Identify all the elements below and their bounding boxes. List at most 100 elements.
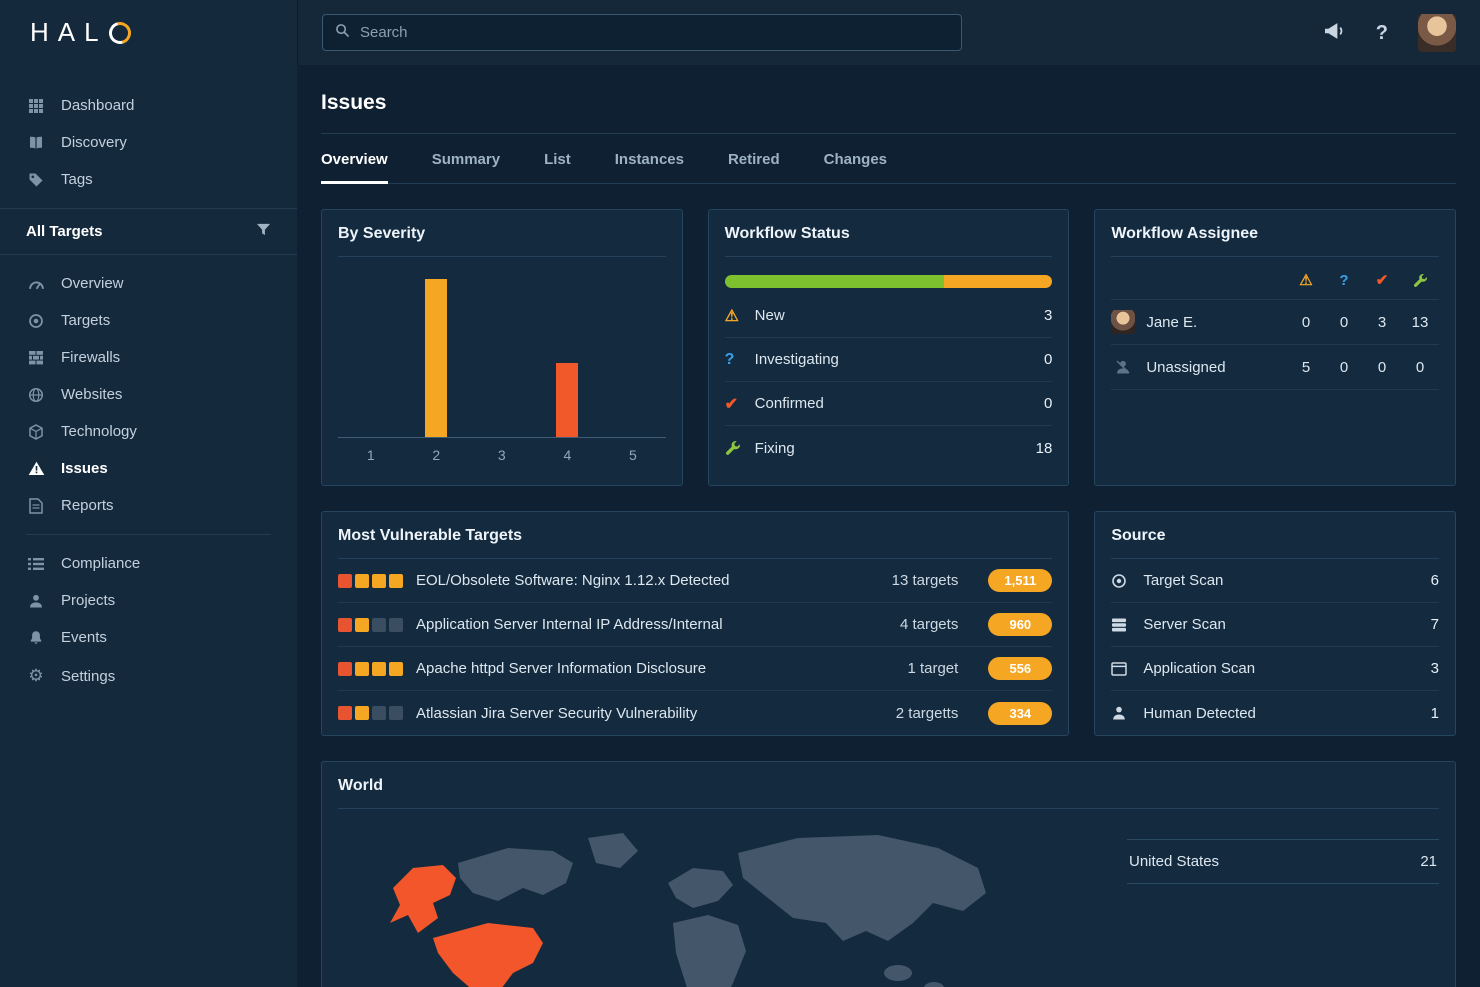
sidebar-item-issues[interactable]: Issues (0, 450, 297, 487)
severity-blocks (338, 618, 416, 632)
tab-bar: Overview Summary List Instances Retired … (321, 134, 1456, 184)
sidebar-item-compliance[interactable]: Compliance (0, 545, 297, 582)
sidebar-divider (26, 534, 271, 535)
sidebar-item-label: Tags (61, 171, 93, 188)
target-selector-label: All Targets (26, 223, 102, 240)
main-content: Issues Overview Summary List Instances R… (297, 65, 1480, 987)
workflow-assignee-card: Workflow Assignee ⚠ ? ✔ Jane E. (1094, 209, 1456, 486)
row-label: Target Scan (1143, 572, 1430, 589)
sidebar-item-reports[interactable]: Reports (0, 487, 297, 524)
firewall-icon (26, 350, 46, 365)
workflow-row-new[interactable]: ⚠ New 3 (725, 294, 1053, 338)
vulnerability-name: Application Server Internal IP Address/I… (416, 616, 868, 633)
tab-overview[interactable]: Overview (321, 134, 388, 184)
tab-instances[interactable]: Instances (615, 134, 684, 183)
source-row-application-scan[interactable]: Application Scan 3 (1111, 647, 1439, 691)
tick-label: 5 (600, 447, 666, 463)
row-value: 3 (1431, 660, 1439, 677)
assignee-row[interactable]: Jane E. 0 0 3 13 (1111, 300, 1439, 345)
source-row-target-scan[interactable]: Target Scan 6 (1111, 559, 1439, 603)
logo-text: HAL (30, 17, 108, 48)
row-value: 3 (1044, 307, 1052, 324)
sidebar-item-projects[interactable]: Projects (0, 582, 297, 619)
sidebar-item-label: Discovery (61, 134, 127, 151)
tick-label: 3 (469, 447, 535, 463)
x-axis-ticks: 1 2 3 4 5 (338, 438, 666, 463)
severity-bar (556, 363, 578, 437)
workflow-bar-complete (725, 275, 945, 288)
world-country-row[interactable]: United States 21 (1127, 839, 1439, 884)
sidebar-item-label: Dashboard (61, 97, 134, 114)
search-input[interactable] (360, 24, 949, 41)
issue-count-badge: 1,511 (988, 569, 1052, 592)
vulnerability-row[interactable]: Atlassian Jira Server Security Vulnerabi… (338, 691, 1052, 735)
sidebar-item-technology[interactable]: Technology (0, 413, 297, 450)
assignee-count: 0 (1363, 359, 1401, 376)
sidebar-item-targets[interactable]: Targets (0, 302, 297, 339)
world-map[interactable] (338, 823, 1038, 987)
document-icon (26, 498, 46, 514)
tab-list[interactable]: List (544, 134, 571, 183)
topbar-actions: ? (1322, 14, 1456, 52)
workflow-status-card: Workflow Status ⚠ New 3 ? Investigating (708, 209, 1070, 486)
page-title: Issues (321, 65, 1456, 134)
row-value: 6 (1431, 572, 1439, 589)
row-label: Server Scan (1143, 616, 1430, 633)
help-icon[interactable]: ? (1376, 23, 1388, 43)
target-selector[interactable]: All Targets (0, 208, 297, 255)
country-count: 21 (1420, 853, 1437, 870)
workflow-row-investigating[interactable]: ? Investigating 0 (725, 338, 1053, 382)
row-value: 7 (1431, 616, 1439, 633)
sidebar-item-label: Events (61, 629, 107, 646)
assignee-row[interactable]: Unassigned 5 0 0 0 (1111, 345, 1439, 390)
logo-cell: HAL (0, 0, 297, 65)
topbar: ? (297, 0, 1480, 65)
sidebar-item-label: Issues (61, 460, 108, 477)
sidebar-item-overview[interactable]: Overview (0, 265, 297, 302)
check-icon: ✔ (725, 394, 755, 414)
source-row-human-detected[interactable]: Human Detected 1 (1111, 691, 1439, 735)
sidebar-item-firewalls[interactable]: Firewalls (0, 339, 297, 376)
sidebar-item-discovery[interactable]: Discovery (0, 124, 297, 161)
vulnerability-row[interactable]: Apache httpd Server Information Disclosu… (338, 647, 1052, 691)
wrench-icon (1401, 273, 1439, 288)
tab-summary[interactable]: Summary (432, 134, 500, 183)
vulnerability-row[interactable]: EOL/Obsolete Software: Nginx 1.12.x Dete… (338, 559, 1052, 603)
filter-icon (256, 222, 271, 241)
announcements-icon[interactable] (1322, 22, 1346, 44)
card-title: Most Vulnerable Targets (338, 512, 1052, 559)
card-title: By Severity (338, 210, 666, 257)
row-label: Human Detected (1143, 705, 1430, 722)
assignee-count: 0 (1401, 359, 1439, 376)
cards-row-2: Most Vulnerable Targets EOL/Obsolete Sof… (321, 511, 1456, 736)
tab-changes[interactable]: Changes (824, 134, 887, 183)
sidebar-item-settings[interactable]: ⚙ Settings (0, 656, 297, 696)
sidebar-item-tags[interactable]: Tags (0, 161, 297, 198)
sidebar-item-dashboard[interactable]: Dashboard (0, 87, 297, 124)
sidebar-item-label: Websites (61, 386, 122, 403)
vulnerability-name: Apache httpd Server Information Disclosu… (416, 660, 868, 677)
row-value: 0 (1044, 351, 1052, 368)
user-avatar[interactable] (1418, 14, 1456, 52)
vulnerability-row[interactable]: Application Server Internal IP Address/I… (338, 603, 1052, 647)
sidebar-item-websites[interactable]: Websites (0, 376, 297, 413)
sidebar-item-label: Compliance (61, 555, 140, 572)
search-box[interactable] (322, 14, 962, 51)
source-row-server-scan[interactable]: Server Scan 7 (1111, 603, 1439, 647)
assignee-header-row: ⚠ ? ✔ (1111, 257, 1439, 300)
row-value: 1 (1431, 705, 1439, 722)
target-count: 4 targets (868, 616, 978, 633)
sidebar-item-label: Projects (61, 592, 115, 609)
assignee-name: Jane E. (1146, 314, 1197, 331)
question-icon: ? (1325, 272, 1363, 289)
by-severity-card: By Severity 1 2 3 4 5 (321, 209, 683, 486)
workflow-progress-bar (725, 275, 1053, 288)
app-logo[interactable]: HAL (30, 17, 131, 48)
tab-retired[interactable]: Retired (728, 134, 780, 183)
sidebar-item-events[interactable]: Events (0, 619, 297, 656)
workflow-row-fixing[interactable]: Fixing 18 (725, 426, 1053, 470)
workflow-bar-remaining (944, 275, 1052, 288)
sidebar-item-label: Technology (61, 423, 137, 440)
assignee-count: 5 (1287, 359, 1325, 376)
workflow-row-confirmed[interactable]: ✔ Confirmed 0 (725, 382, 1053, 426)
